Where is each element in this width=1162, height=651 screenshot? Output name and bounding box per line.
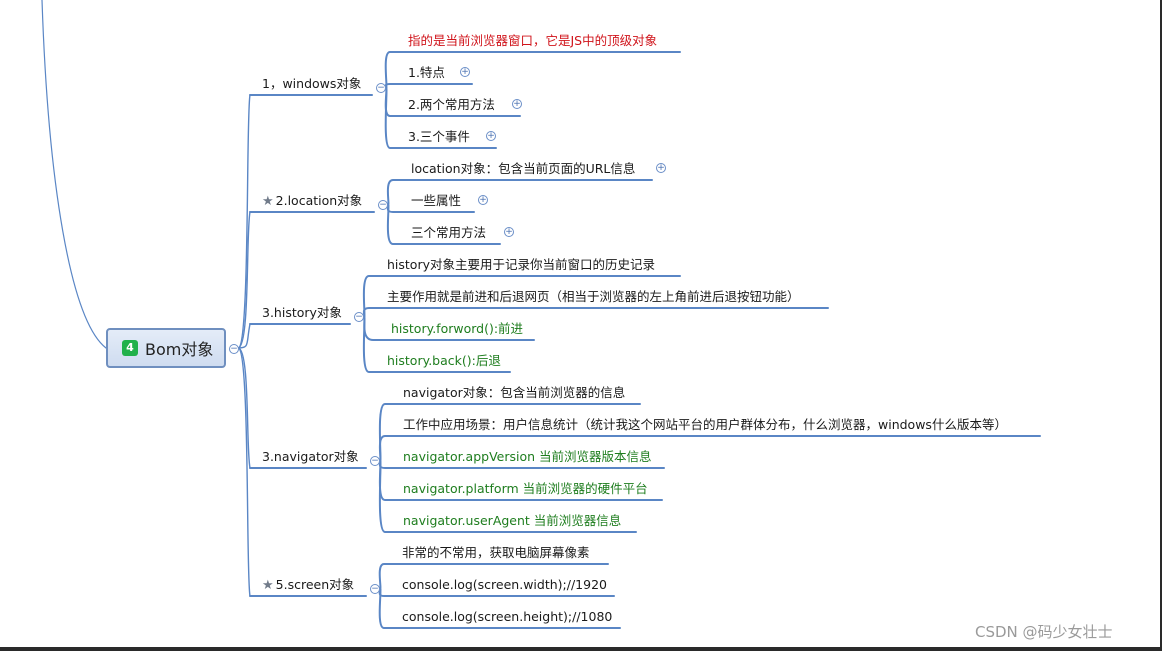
child-node-label[interactable]: 一些属性 [411,193,461,209]
child-expand-toggle[interactable]: + [512,99,522,109]
child-node-label[interactable]: history对象主要用于记录你当前窗口的历史记录 [387,257,655,273]
child-node-label[interactable]: 2.两个常用方法 [408,97,495,113]
window-frame-bottom [0,647,1162,651]
child-node-label[interactable]: 非常的不常用，获取电脑屏幕像素 [402,545,590,561]
branch-collapse-toggle[interactable]: − [378,200,388,210]
root-collapse-toggle[interactable]: − [229,344,239,354]
root-to-branch-connector [237,347,251,597]
branch-label[interactable]: 3.history对象 [262,305,342,321]
child-node-label[interactable]: 三个常用方法 [411,225,486,241]
star-icon: ★ [262,194,274,209]
branch-collapse-toggle[interactable]: − [370,456,380,466]
child-expand-toggle[interactable]: + [478,195,488,205]
root-node[interactable]: 4 Bom对象 [106,328,226,368]
child-expand-toggle[interactable]: + [504,227,514,237]
child-connector-line [362,307,829,318]
child-node-label[interactable]: location对象：包含当前页面的URL信息 [411,161,635,177]
child-node-label[interactable]: navigator.appVersion 当前浏览器版本信息 [403,449,652,465]
child-connector-line [384,83,473,89]
child-node-label[interactable]: 主要作用就是前进和后退网页（相当于浏览器的左上角前进后退按钮功能） [387,289,800,305]
branch-label[interactable]: 3.navigator对象 [262,449,359,465]
root-label: Bom对象 [145,340,214,359]
child-node-label[interactable]: 3.三个事件 [408,129,470,145]
parent-connector-line [41,0,107,349]
child-node-label[interactable]: 工作中应用场景：用户信息统计（统计我这个网站平台的用户群体分布，什么浏览器，wi… [403,417,1007,433]
root-to-branch-connector [237,347,251,469]
child-node-label[interactable]: 1.特点 [408,65,445,81]
root-to-branch-connector [237,94,251,349]
root-badge: 4 [122,340,138,356]
child-expand-toggle[interactable]: + [460,67,470,77]
branch-collapse-toggle[interactable]: − [376,83,386,93]
root-to-branch-connector [237,211,251,349]
child-node-label[interactable]: console.log(screen.height);//1080 [402,609,612,625]
branch-collapse-toggle[interactable]: − [354,312,364,322]
branch-label[interactable]: ★ 2.location对象 [262,193,362,210]
child-node-label[interactable]: navigator.userAgent 当前浏览器信息 [403,513,621,529]
child-expand-toggle[interactable]: + [486,131,496,141]
child-expand-toggle[interactable]: + [656,163,666,173]
star-icon: ★ [262,578,274,593]
child-node-label[interactable]: history.forword():前进 [391,321,523,337]
branch-label[interactable]: 1，windows对象 [262,76,361,92]
child-node-label[interactable]: console.log(screen.width);//1920 [402,577,607,593]
watermark: CSDN @码少女壮士 [975,623,1113,641]
branch-label[interactable]: ★ 5.screen对象 [262,577,354,594]
child-node-label[interactable]: navigator对象：包含当前浏览器的信息 [403,385,625,401]
branch-collapse-toggle[interactable]: − [370,584,380,594]
child-node-label[interactable]: history.back():后退 [387,353,501,369]
child-node-label[interactable]: 指的是当前浏览器窗口，它是JS中的顶级对象 [408,33,657,49]
child-node-label[interactable]: navigator.platform 当前浏览器的硬件平台 [403,481,648,497]
